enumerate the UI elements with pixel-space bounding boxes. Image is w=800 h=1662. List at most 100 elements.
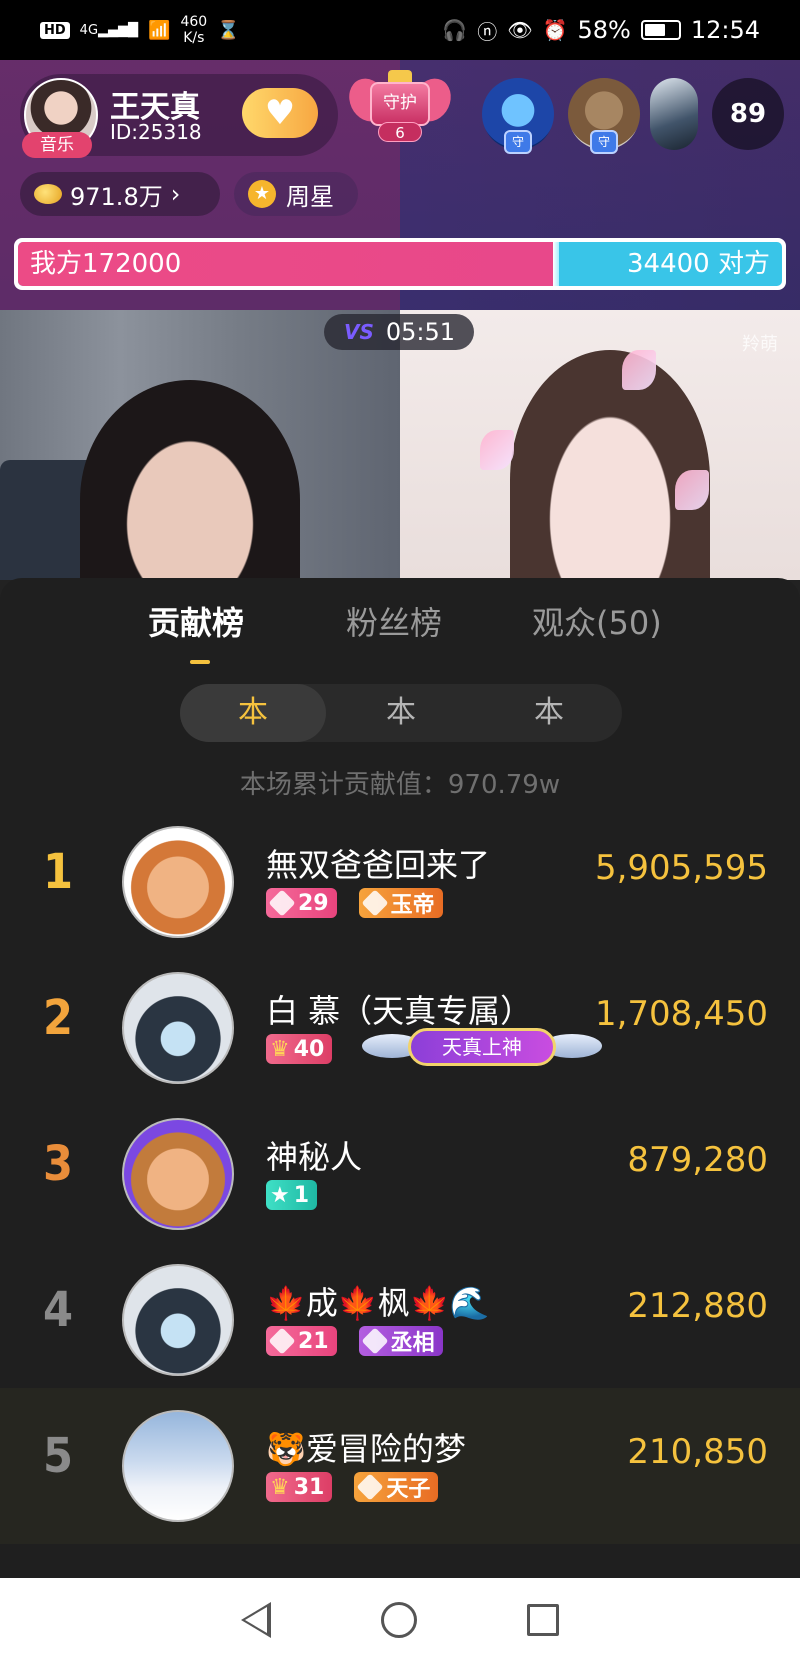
rank-title-badge: 玉帝 [358,888,443,918]
watermark: 羚萌 [742,334,778,355]
battery-percent: 58% [577,16,631,44]
exclusive-title-badge: 天真上神 [362,1028,602,1068]
pk-time: 05:51 [385,318,456,346]
hexagon-icon [361,889,389,917]
wifi-icon: 📶 [148,19,171,41]
contribution-score: 1,708,450 [594,994,768,1034]
hexagon-icon [361,1327,389,1355]
tab-indicator [190,660,210,664]
pk-timer: VS 05:51 [324,314,474,350]
rank-number: 5 [42,1428,74,1484]
back-icon[interactable] [241,1602,271,1638]
rank-number: 3 [42,1136,74,1192]
host-video[interactable] [0,310,400,580]
viewer-avatar[interactable]: 守 [482,78,554,154]
list-item[interactable]: 5 🐯爱冒险的梦 ♛ 31 天子 210,850 [0,1388,800,1544]
chevron-right-icon: › [170,180,181,208]
guard-shield-icon: 守 [590,130,618,154]
guard-shield-icon: 守 [504,130,532,154]
coin-balance[interactable]: 971.8万 › [20,172,220,216]
level-badge: 29 [266,888,337,918]
badge-row: 29 玉帝 [266,888,443,918]
segment-option[interactable]: 本 [326,684,476,742]
host-video-image [80,380,300,580]
hourglass-icon: ⌛ [217,19,240,41]
ranking-sheet: 贡献榜 粉丝榜 观众(50) 本 本 本 本场累计贡献值：970.79w 1 無… [0,578,800,1578]
tab-fans[interactable]: 粉丝榜 [346,598,442,644]
total-contribution: 本场累计贡献值：970.79w [239,770,561,800]
tab-audience[interactable]: 观众(50) [532,598,662,644]
crown-icon: ♛ [270,1474,290,1500]
rank-title-badge: 天子 [354,1472,439,1502]
avatar[interactable] [122,1118,234,1230]
butterfly-decoration [480,430,514,470]
weekly-star-label: 周星 [286,182,334,211]
nfc-icon: ⓝ [477,19,498,44]
speed-value: 460 [180,14,208,30]
level-badge: 21 [266,1326,337,1356]
status-bar: HD 4G▂▄▆█ 📶 460 K/s ⌛ 🎧 ⓝ 👁 ⏰ 58% 12:54 [0,0,800,60]
list-item[interactable]: 3 神秘人 ★ 1 879,280 [0,1096,800,1252]
pk-opponent-score: 34400 对方 [627,249,770,279]
segment-option[interactable]: 本 [476,684,622,742]
contribution-score: 210,850 [627,1432,768,1472]
star-icon: ★ [270,1182,290,1208]
weekly-star[interactable]: ★ 周星 [234,172,358,216]
host-id: ID:25318 [110,120,202,144]
rank-number: 2 [42,990,74,1046]
badge-row: ♛ 31 天子 [266,1472,439,1502]
butterfly-decoration [622,350,656,390]
avatar[interactable] [122,826,234,938]
opponent-video[interactable]: 羚萌 [400,310,800,580]
network-type: 4G [79,22,99,38]
period-segment: 本 本 本 [180,684,622,742]
contribution-score: 5,905,595 [594,848,768,888]
system-nav-bar [0,1578,800,1662]
live-header: 音乐 王天真 ID:25318 ♥ 守护 6 守 守 89 971.8万 › ★… [0,60,800,310]
clock: 12:54 [690,16,760,44]
list-item[interactable]: 1 無双爸爸回来了 29 玉帝 5,905,595 [0,804,800,960]
signal-icon: 4G▂▄▆█ [79,22,139,38]
user-name: 神秘人 [266,1138,363,1176]
host-category-tag: 音乐 [22,132,92,158]
segment-option[interactable]: 本 [180,684,326,742]
star-icon: ★ [248,180,276,208]
level-badge: ★ 1 [266,1180,318,1210]
hd-icon: HD [40,21,70,39]
contribution-score: 879,280 [627,1140,768,1180]
user-name: 🍁成🍁枫🍁🌊 [266,1284,490,1322]
home-icon[interactable] [381,1602,417,1638]
level-badge: ♛ 31 [266,1472,333,1502]
viewer-avatar[interactable] [650,78,698,150]
hexagon-icon [356,1473,384,1501]
coin-icon [34,184,62,204]
viewer-avatar[interactable]: 守 [568,78,640,154]
host-info[interactable]: 音乐 王天真 ID:25318 ♥ [20,74,338,158]
speed-unit: K/s [183,30,205,46]
butterfly-decoration [675,470,709,510]
avatar[interactable] [122,1264,234,1376]
rank-title-badge: 丞相 [358,1326,443,1356]
avatar[interactable] [122,972,234,1084]
follow-heart-button[interactable]: ♥ [242,88,318,138]
headset-icon: 🎧 [442,18,468,42]
battery-icon [640,20,681,40]
badge-row: ♛ 40 [266,1034,333,1064]
network-speed: 460 K/s [180,14,207,46]
crown-icon: ♛ [270,1036,290,1062]
guard-badge[interactable]: 守护 6 [342,68,458,146]
guard-label: 守护 [370,82,430,126]
coin-value: 971.8万 [70,182,163,211]
contribution-score: 212,880 [627,1286,768,1326]
badge-row: ★ 1 [266,1180,318,1210]
list-item[interactable]: 2 白 慕（天真专属） ♛ 40 天真上神 1,708,450 [0,950,800,1106]
user-name: 🐯爱冒险的梦 [266,1430,466,1468]
avatar[interactable] [122,1410,234,1522]
gem-icon [268,1327,296,1355]
recents-icon[interactable] [527,1604,559,1636]
tab-contribution[interactable]: 贡献榜 [148,598,244,644]
list-item[interactable]: 4 🍁成🍁枫🍁🌊 21 丞相 212,880 [0,1242,800,1398]
rank-number: 1 [42,844,74,900]
gem-icon [268,889,296,917]
viewer-count[interactable]: 89 [712,78,784,150]
